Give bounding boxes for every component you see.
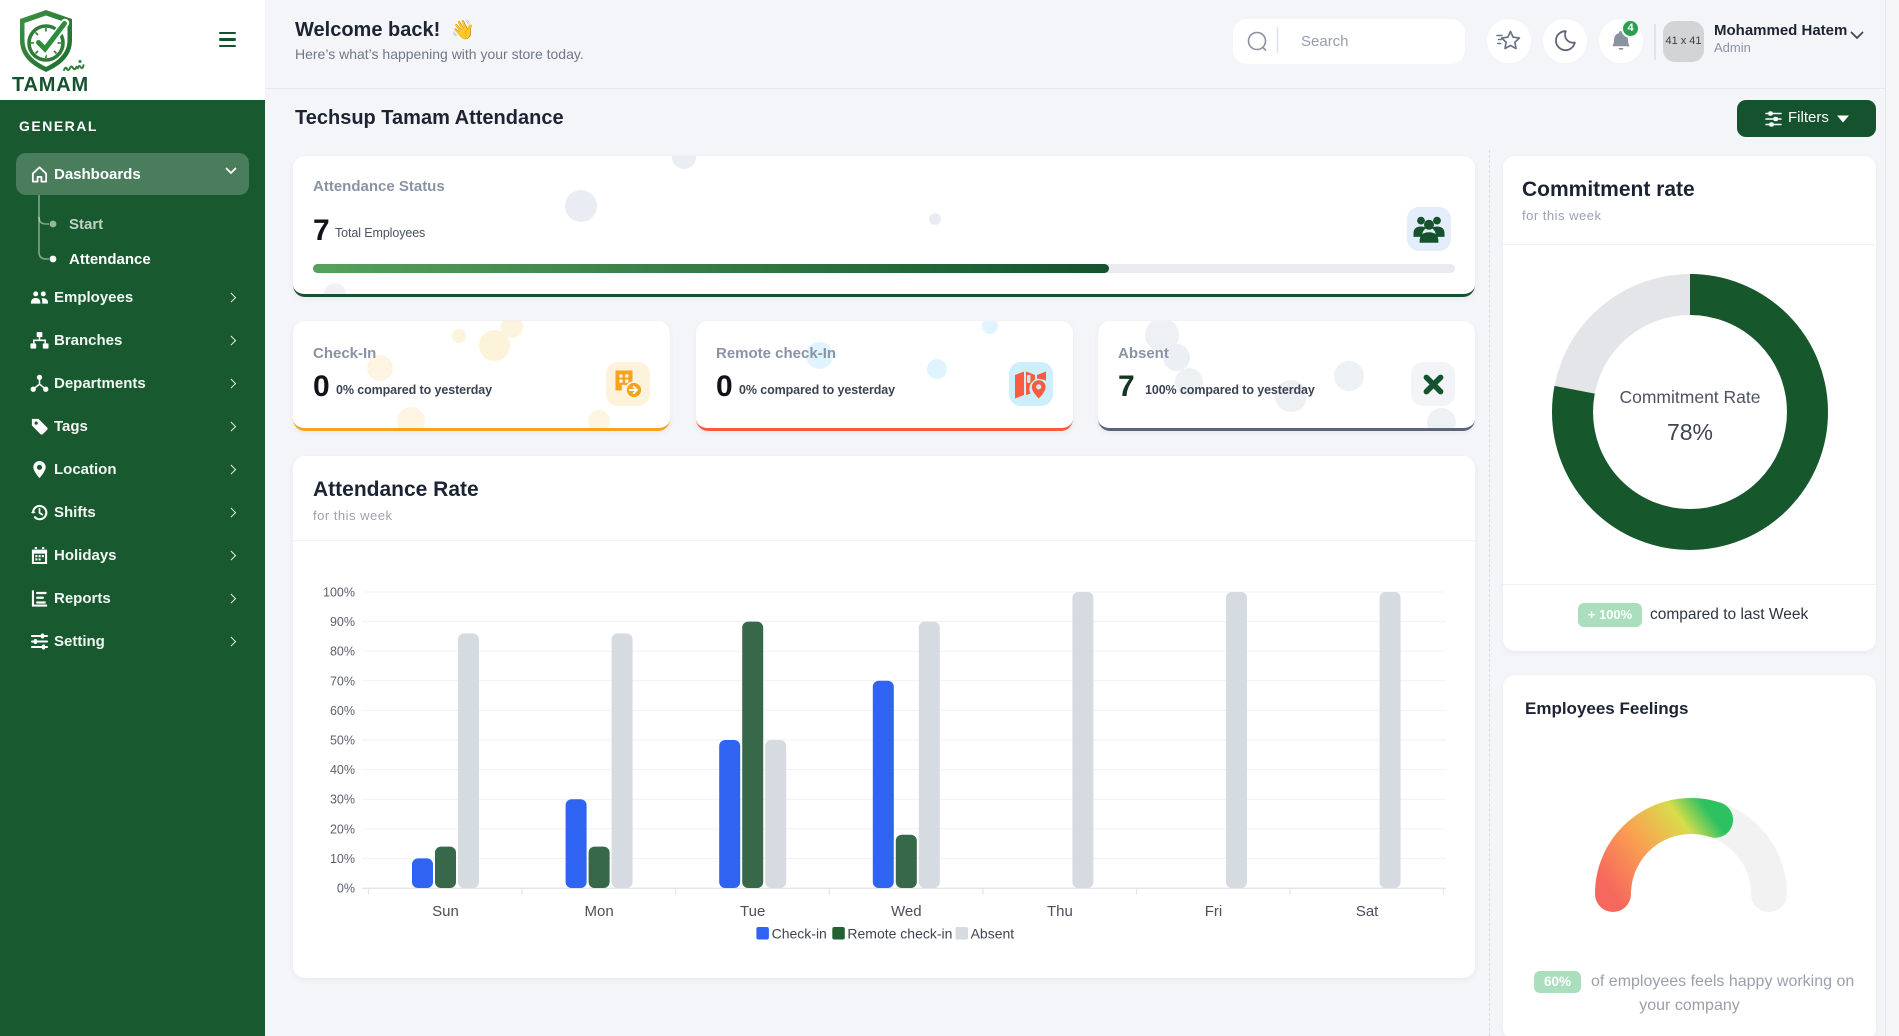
- svg-text:Fri: Fri: [1205, 903, 1223, 920]
- svg-text:TAMAM: TAMAM: [12, 74, 89, 96]
- svg-text:Mon: Mon: [585, 903, 614, 920]
- svg-text:78%: 78%: [1667, 419, 1713, 445]
- svg-text:10%: 10%: [330, 852, 355, 866]
- svg-text:Sat: Sat: [1356, 903, 1379, 920]
- svg-text:80%: 80%: [330, 645, 355, 659]
- svg-text:0%: 0%: [337, 882, 355, 896]
- svg-text:Absent: Absent: [971, 926, 1015, 942]
- svg-text:100%: 100%: [323, 586, 355, 600]
- svg-text:Wed: Wed: [891, 903, 922, 920]
- svg-text:30%: 30%: [330, 793, 355, 807]
- svg-text:Remote check-in: Remote check-in: [847, 926, 952, 942]
- svg-text:70%: 70%: [330, 674, 355, 688]
- svg-text:90%: 90%: [330, 615, 355, 629]
- svg-text:50%: 50%: [330, 734, 355, 748]
- svg-text:Sun: Sun: [432, 903, 459, 920]
- svg-text:Thu: Thu: [1047, 903, 1073, 920]
- svg-text:Check-in: Check-in: [772, 926, 827, 942]
- svg-text:20%: 20%: [330, 822, 355, 836]
- svg-text:60%: 60%: [330, 704, 355, 718]
- svg-text:Commitment Rate: Commitment Rate: [1619, 387, 1760, 407]
- svg-text:40%: 40%: [330, 763, 355, 777]
- svg-text:Tue: Tue: [740, 903, 765, 920]
